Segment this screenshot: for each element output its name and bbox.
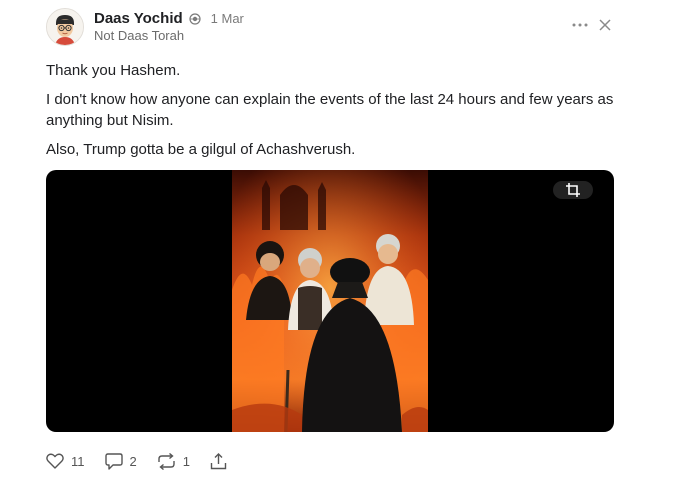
crop-icon [566, 183, 580, 197]
post-date[interactable]: 1 Mar [211, 11, 244, 26]
comment-button[interactable]: 2 [104, 452, 137, 470]
post-image [232, 170, 428, 432]
share-icon [210, 452, 227, 469]
more-icon [572, 23, 588, 27]
post-paragraph: Thank you Hashem. [46, 62, 181, 79]
globe-badge-icon [189, 12, 201, 25]
more-button[interactable] [570, 16, 590, 34]
close-button[interactable] [596, 16, 614, 34]
post-paragraph: Also, Trump gotta be a gilgul of Achashv… [46, 141, 356, 158]
like-button[interactable]: 11 [46, 453, 85, 469]
comment-count: 2 [129, 453, 137, 469]
post-paragraph: I don't know how anyone can explain the … [46, 91, 614, 129]
repost-count: 1 [182, 453, 190, 469]
repost-button[interactable]: 1 [157, 452, 190, 470]
post-body: Thank you Hashem. I don't know how anyon… [46, 60, 626, 168]
heart-icon [46, 453, 64, 469]
repost-icon [158, 452, 175, 470]
avatar[interactable] [46, 8, 84, 46]
crop-button[interactable] [553, 181, 593, 199]
action-bar: 11 2 1 [46, 450, 247, 472]
author-subtitle: Not Daas Torah [94, 28, 185, 43]
author-name[interactable]: Daas Yochid [94, 10, 183, 27]
cartoon-avatar-icon [47, 9, 83, 45]
author-row: Daas Yochid 1 Mar [94, 8, 244, 28]
post-media[interactable] [46, 170, 614, 432]
share-button[interactable] [210, 452, 227, 470]
like-count: 11 [71, 453, 85, 469]
post-card: Daas Yochid 1 Mar Not Daas Torah Thank y… [0, 0, 680, 488]
comment-icon [104, 452, 123, 470]
close-icon [599, 19, 611, 31]
